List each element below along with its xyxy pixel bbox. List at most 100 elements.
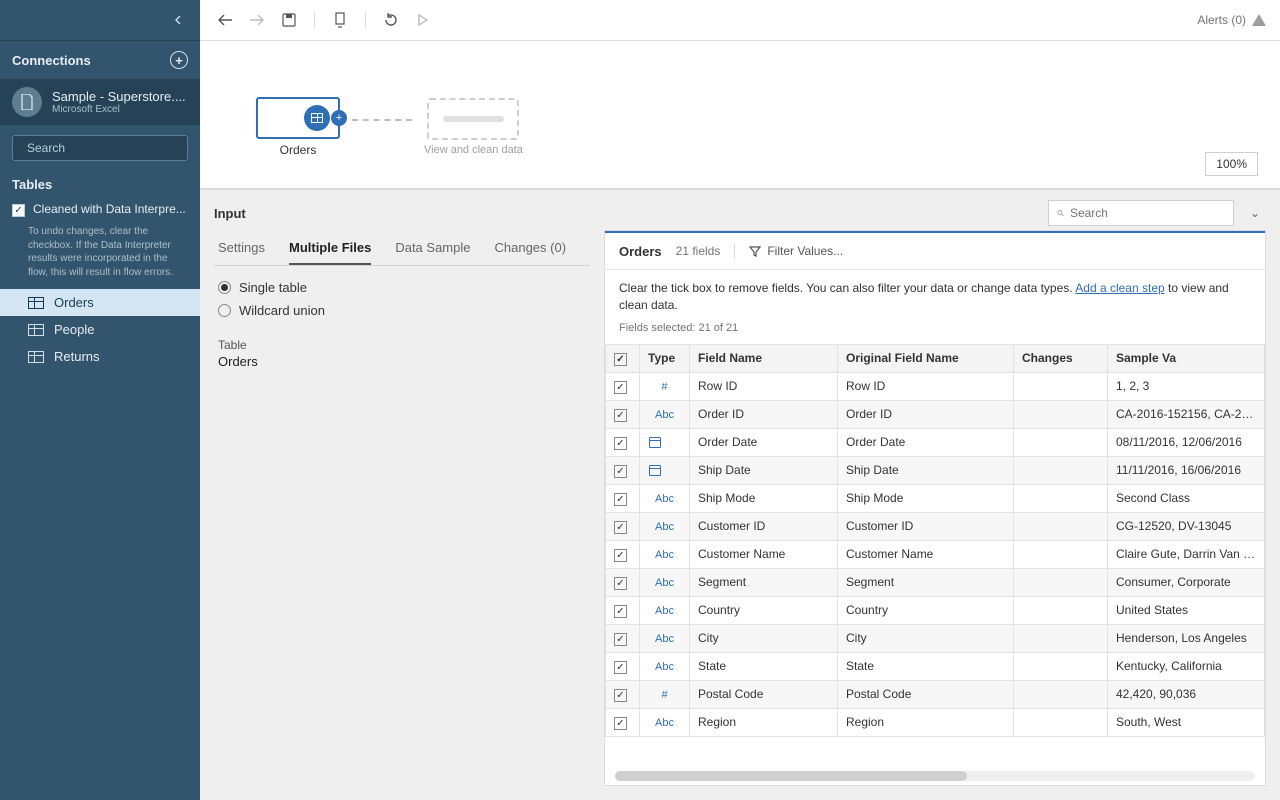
cell-type[interactable]: Abc <box>640 624 690 652</box>
detail-search[interactable] <box>1048 200 1234 226</box>
cell-type[interactable]: Abc <box>640 596 690 624</box>
table-row[interactable]: ✓AbcCountryCountryUnited States <box>606 596 1265 624</box>
sidebar-search-input[interactable] <box>27 141 182 155</box>
table-row[interactable]: ✓AbcCityCityHenderson, Los Angeles <box>606 624 1265 652</box>
table-icon <box>28 351 44 363</box>
cell-changes <box>1014 456 1108 484</box>
search-icon <box>1057 207 1064 219</box>
col-header-original-field-name[interactable]: Original Field Name <box>838 344 1014 372</box>
flow-node-orders[interactable]: + Orders <box>256 97 340 157</box>
cell-sample: CA-2016-152156, CA-2016 <box>1108 400 1265 428</box>
cell-field-name: Row ID <box>690 372 838 400</box>
add-connection-button[interactable]: + <box>170 51 188 69</box>
cell-type[interactable]: Abc <box>640 708 690 736</box>
table-row[interactable]: ✓AbcSegmentSegmentConsumer, Corporate <box>606 568 1265 596</box>
row-checkbox[interactable]: ✓ <box>614 381 627 394</box>
file-icon <box>12 87 42 117</box>
table-row[interactable]: ✓#Postal CodePostal Code42,420, 90,036 <box>606 680 1265 708</box>
table-row[interactable]: ✓AbcRegionRegionSouth, West <box>606 708 1265 736</box>
cell-field-name: State <box>690 652 838 680</box>
row-checkbox[interactable]: ✓ <box>614 409 627 422</box>
collapse-sidebar-button[interactable] <box>168 10 188 30</box>
table-row[interactable]: ✓AbcShip ModeShip ModeSecond Class <box>606 484 1265 512</box>
table-row[interactable]: ✓Ship DateShip Date11/11/2016, 16/06/201… <box>606 456 1265 484</box>
cell-type[interactable]: Abc <box>640 540 690 568</box>
cell-type[interactable] <box>640 428 690 456</box>
select-all-checkbox[interactable]: ✓ <box>614 353 627 366</box>
collapse-panel-button[interactable]: ⌄ <box>1244 206 1266 220</box>
sidebar: Connections + Sample - Superstore.... Mi… <box>0 0 200 800</box>
filter-values-button[interactable]: Filter Values... <box>749 244 843 258</box>
zoom-level[interactable]: 100% <box>1205 152 1258 176</box>
table-row[interactable]: ✓AbcStateStateKentucky, California <box>606 652 1265 680</box>
cell-changes <box>1014 540 1108 568</box>
data-interpreter-checkbox[interactable]: ✓ <box>12 204 25 217</box>
table-row[interactable]: ✓#Row IDRow ID1, 2, 3 <box>606 372 1265 400</box>
save-button[interactable] <box>278 9 300 31</box>
back-button[interactable] <box>214 9 236 31</box>
cell-type[interactable]: Abc <box>640 400 690 428</box>
col-header-type[interactable]: Type <box>640 344 690 372</box>
cell-changes <box>1014 372 1108 400</box>
row-checkbox[interactable]: ✓ <box>614 633 627 646</box>
row-checkbox[interactable]: ✓ <box>614 605 627 618</box>
sidebar-table-item[interactable]: Returns <box>0 343 200 370</box>
table-row[interactable]: ✓AbcCustomer NameCustomer NameClaire Gut… <box>606 540 1265 568</box>
col-header-field-name[interactable]: Field Name <box>690 344 838 372</box>
cell-sample: South, West <box>1108 708 1265 736</box>
radio-wildcard-union[interactable]: Wildcard union <box>218 303 586 318</box>
cell-type[interactable]: # <box>640 372 690 400</box>
cell-type[interactable]: # <box>640 680 690 708</box>
cell-original-field-name: Order ID <box>838 400 1014 428</box>
tab[interactable]: Settings <box>218 240 265 265</box>
cell-type[interactable]: Abc <box>640 568 690 596</box>
tab[interactable]: Changes (0) <box>494 240 566 265</box>
table-icon <box>28 297 44 309</box>
connection-item[interactable]: Sample - Superstore.... Microsoft Excel <box>0 79 200 125</box>
radio-single-table[interactable]: Single table <box>218 280 586 295</box>
cell-changes <box>1014 596 1108 624</box>
table-value: Orders <box>214 354 590 369</box>
cell-type[interactable]: Abc <box>640 652 690 680</box>
table-row[interactable]: ✓AbcOrder IDOrder IDCA-2016-152156, CA-2… <box>606 400 1265 428</box>
row-checkbox[interactable]: ✓ <box>614 493 627 506</box>
row-checkbox[interactable]: ✓ <box>614 689 627 702</box>
sidebar-table-item[interactable]: Orders <box>0 289 200 316</box>
row-checkbox[interactable]: ✓ <box>614 465 627 478</box>
cell-type[interactable]: Abc <box>640 512 690 540</box>
cell-changes <box>1014 400 1108 428</box>
detail-search-input[interactable] <box>1070 206 1225 220</box>
row-checkbox[interactable]: ✓ <box>614 549 627 562</box>
sidebar-search[interactable] <box>12 135 188 161</box>
cell-original-field-name: State <box>838 652 1014 680</box>
horizontal-scrollbar[interactable] <box>615 771 1255 781</box>
row-checkbox[interactable]: ✓ <box>614 521 627 534</box>
row-checkbox[interactable]: ✓ <box>614 717 627 730</box>
flow-node-placeholder[interactable]: View and clean data <box>424 98 523 156</box>
cell-type[interactable] <box>640 456 690 484</box>
alerts-button[interactable]: Alerts (0) <box>1197 13 1266 27</box>
flow-canvas[interactable]: + Orders View and clean data 100% <box>200 41 1280 189</box>
col-header-changes[interactable]: Changes <box>1014 344 1108 372</box>
cell-original-field-name: Postal Code <box>838 680 1014 708</box>
radio-label: Single table <box>239 280 307 295</box>
row-checkbox[interactable]: ✓ <box>614 577 627 590</box>
forward-button[interactable] <box>246 9 268 31</box>
sidebar-table-item[interactable]: People <box>0 316 200 343</box>
table-row[interactable]: ✓AbcCustomer IDCustomer IDCG-12520, DV-1… <box>606 512 1265 540</box>
add-step-button[interactable]: + <box>331 110 347 126</box>
row-checkbox[interactable]: ✓ <box>614 437 627 450</box>
row-checkbox[interactable]: ✓ <box>614 661 627 674</box>
refresh-button[interactable] <box>380 9 402 31</box>
cell-original-field-name: Country <box>838 596 1014 624</box>
table-row[interactable]: ✓Order DateOrder Date08/11/2016, 12/06/2… <box>606 428 1265 456</box>
add-clean-step-link[interactable]: Add a clean step <box>1075 281 1164 295</box>
cell-sample: Consumer, Corporate <box>1108 568 1265 596</box>
tab[interactable]: Multiple Files <box>289 240 371 265</box>
col-header-sample[interactable]: Sample Va <box>1108 344 1265 372</box>
cell-sample: 1, 2, 3 <box>1108 372 1265 400</box>
run-button[interactable] <box>412 9 434 31</box>
publish-button[interactable] <box>329 9 351 31</box>
cell-type[interactable]: Abc <box>640 484 690 512</box>
tab[interactable]: Data Sample <box>395 240 470 265</box>
